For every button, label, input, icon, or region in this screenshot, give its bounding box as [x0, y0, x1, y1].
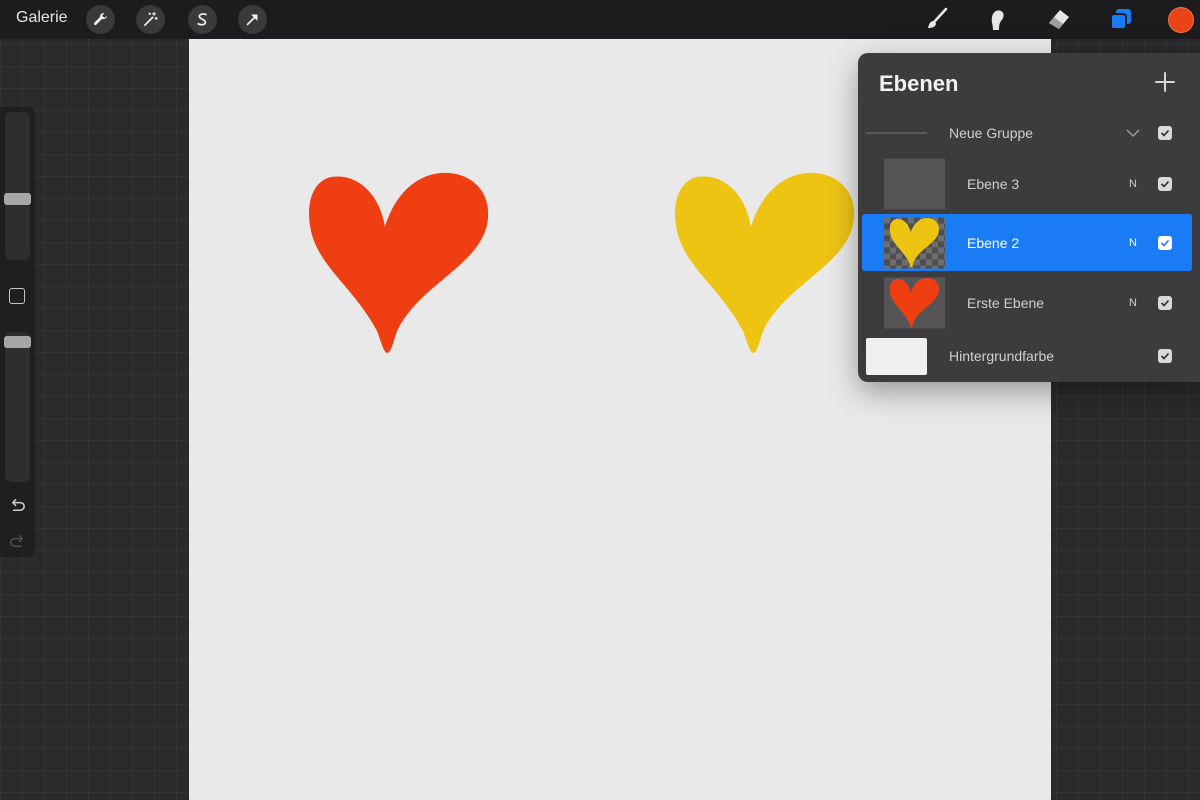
layer-name: Ebene 2	[967, 234, 1020, 251]
group-indicator-line	[866, 132, 927, 134]
redo-icon[interactable]	[8, 531, 27, 550]
layer-row-erste-ebene[interactable]: Erste Ebene N	[858, 275, 1200, 330]
layers-icon	[1110, 9, 1131, 30]
plus-icon[interactable]	[1153, 70, 1177, 94]
brush-size-slider-thumb[interactable]	[4, 193, 31, 205]
layers-panel-title: Ebenen	[879, 71, 959, 96]
background-color-swatch[interactable]	[866, 338, 927, 375]
chevron-down-icon[interactable]	[1126, 127, 1140, 139]
layer-thumbnail	[884, 217, 945, 268]
adjustments-magic-wand-icon[interactable]	[136, 5, 165, 34]
layer-visibility-checkbox[interactable]	[1158, 176, 1172, 191]
opacity-slider[interactable]	[4, 332, 31, 482]
layer-row-ebene-2[interactable]: Ebene 2 N	[862, 214, 1192, 271]
heart-red	[309, 172, 489, 353]
wrench-icon	[93, 13, 107, 26]
layer-row-ebene-3[interactable]: Ebene 3 N	[858, 156, 1200, 211]
eraser-tool-button[interactable]	[1044, 4, 1074, 34]
gallery-button[interactable]: Galerie	[16, 9, 68, 27]
layer-name: Erste Ebene	[967, 294, 1045, 311]
layer-name: Ebene 3	[967, 175, 1020, 192]
opacity-slider-thumb[interactable]	[4, 336, 31, 348]
heart-yellow-thumbnail	[889, 217, 939, 267]
modify-square-icon[interactable]	[9, 288, 25, 304]
undo-icon[interactable]	[8, 495, 27, 514]
brush-icon	[928, 7, 948, 28]
selection-icon	[197, 13, 207, 26]
layer-thumbnail	[884, 158, 945, 209]
background-color-row[interactable]: Hintergrundfarbe	[858, 336, 1200, 376]
left-sidebar	[0, 107, 35, 557]
blend-mode-label[interactable]: N	[1129, 297, 1137, 309]
layer-visibility-checkbox[interactable]	[1158, 295, 1172, 310]
checkmark-icon	[1160, 352, 1170, 360]
checkmark-icon	[1160, 180, 1170, 188]
actions-wrench-icon[interactable]	[86, 5, 115, 34]
background-layer-name: Hintergrundfarbe	[949, 348, 1055, 364]
smudge-icon	[991, 10, 1004, 30]
group-visibility-checkbox[interactable]	[1158, 126, 1172, 140]
magic-wand-icon	[143, 11, 158, 27]
background-visibility-checkbox[interactable]	[1158, 349, 1172, 363]
checkmark-icon	[1160, 129, 1170, 137]
layer-group-row[interactable]: Neue Gruppe	[858, 118, 1200, 148]
brush-tool-button[interactable]	[922, 4, 952, 34]
layer-thumbnail	[884, 277, 945, 328]
group-name: Neue Gruppe	[949, 125, 1034, 141]
color-picker-button[interactable]	[1168, 7, 1194, 33]
blend-mode-label[interactable]: N	[1129, 178, 1137, 190]
layers-tool-button[interactable]	[1106, 4, 1136, 34]
layers-panel: Ebenen Neue Gruppe Ebene 3 N Ebene 2 N E…	[858, 53, 1200, 382]
transform-tool-button[interactable]	[238, 5, 267, 34]
layer-visibility-checkbox[interactable]	[1158, 235, 1172, 250]
checkmark-icon	[1160, 299, 1170, 307]
transform-arrow-icon	[246, 14, 258, 26]
eraser-icon	[1049, 10, 1069, 29]
smudge-tool-button[interactable]	[982, 4, 1012, 34]
top-toolbar: Galerie	[0, 0, 1200, 39]
selection-tool-button[interactable]	[188, 5, 217, 34]
heart-red-thumbnail	[889, 277, 939, 327]
brush-size-slider[interactable]	[4, 112, 31, 260]
blend-mode-label[interactable]: N	[1129, 237, 1137, 249]
heart-yellow	[675, 172, 855, 353]
checkmark-icon	[1160, 239, 1170, 247]
